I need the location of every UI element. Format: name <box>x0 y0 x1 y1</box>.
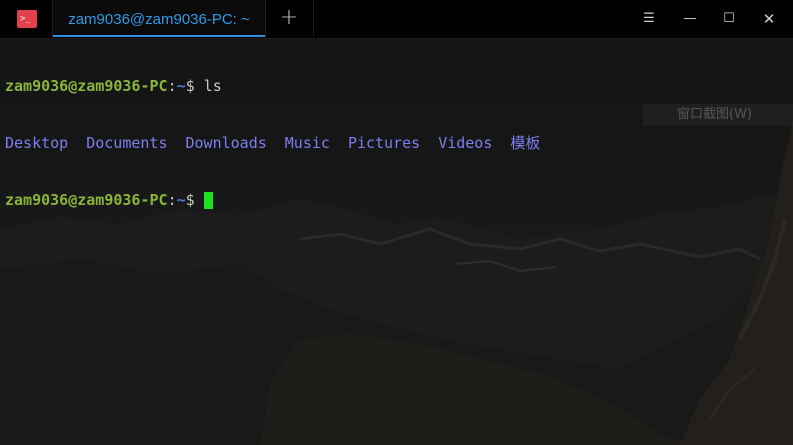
terminal-output[interactable]: zam9036@zam9036-PC: ~ $ ls Desktop Document… <box>5 39 540 248</box>
directory-entry: Pictures <box>347 134 421 152</box>
prompt-user-host: zam9036@zam9036-PC <box>5 191 168 209</box>
screenshot-menu-hint: 窗口截图(W) <box>643 104 793 126</box>
prompt-separator: : <box>167 77 177 95</box>
tab-title: zam9036@zam9036-PC: ~ <box>68 11 250 28</box>
terminal-icon: >_ <box>17 10 37 28</box>
prompt-symbol: $ <box>185 191 195 209</box>
title-bar[interactable]: >_ zam9036@zam9036-PC: ~ + ☰ — ☐ ✕ <box>0 0 793 39</box>
terminal-window: >_ zam9036@zam9036-PC: ~ + ☰ — ☐ ✕ 窗口截图(… <box>0 0 793 445</box>
minimize-button[interactable]: — <box>670 0 710 38</box>
command-text: ls <box>194 77 222 95</box>
maximize-icon: ☐ <box>723 11 735 26</box>
new-tab-button[interactable]: + <box>265 0 314 37</box>
prompt-symbol: $ <box>185 77 195 95</box>
close-icon: ✕ <box>762 10 776 28</box>
directory-entry: Music <box>284 134 330 152</box>
directory-entry: 模板 <box>510 134 541 152</box>
text-cursor <box>203 192 213 209</box>
plus-icon: + <box>279 5 299 30</box>
tab-terminal-session[interactable]: zam9036@zam9036-PC: ~ <box>52 0 266 37</box>
prompt-user-host: zam9036@zam9036-PC <box>5 77 168 95</box>
directory-entry: Documents <box>86 134 168 152</box>
hamburger-menu-icon: ☰ <box>643 11 655 26</box>
terminal-line: zam9036@zam9036-PC: ~ $ ls <box>5 77 540 96</box>
prompt-path: ~ <box>176 191 186 209</box>
prompt-path: ~ <box>176 77 186 95</box>
directory-entry: Desktop <box>5 134 69 152</box>
terminal-body[interactable]: 窗口截图(W) zam9036@zam9036-PC: ~ $ ls Desktop… <box>0 39 793 445</box>
directory-entry: Downloads <box>185 134 267 152</box>
directory-entry: Videos <box>438 134 493 152</box>
active-tab-indicator <box>53 35 265 37</box>
maximize-button[interactable]: ☐ <box>709 0 749 38</box>
terminal-line: zam9036@zam9036-PC: ~ $ <box>5 191 540 210</box>
terminal-line: Desktop Documents Downloads Music Pictures Vi… <box>5 134 540 153</box>
minimize-icon: — <box>683 11 697 26</box>
menu-button[interactable]: ☰ <box>629 0 669 38</box>
close-button[interactable]: ✕ <box>749 0 789 38</box>
prompt-separator: : <box>167 191 177 209</box>
